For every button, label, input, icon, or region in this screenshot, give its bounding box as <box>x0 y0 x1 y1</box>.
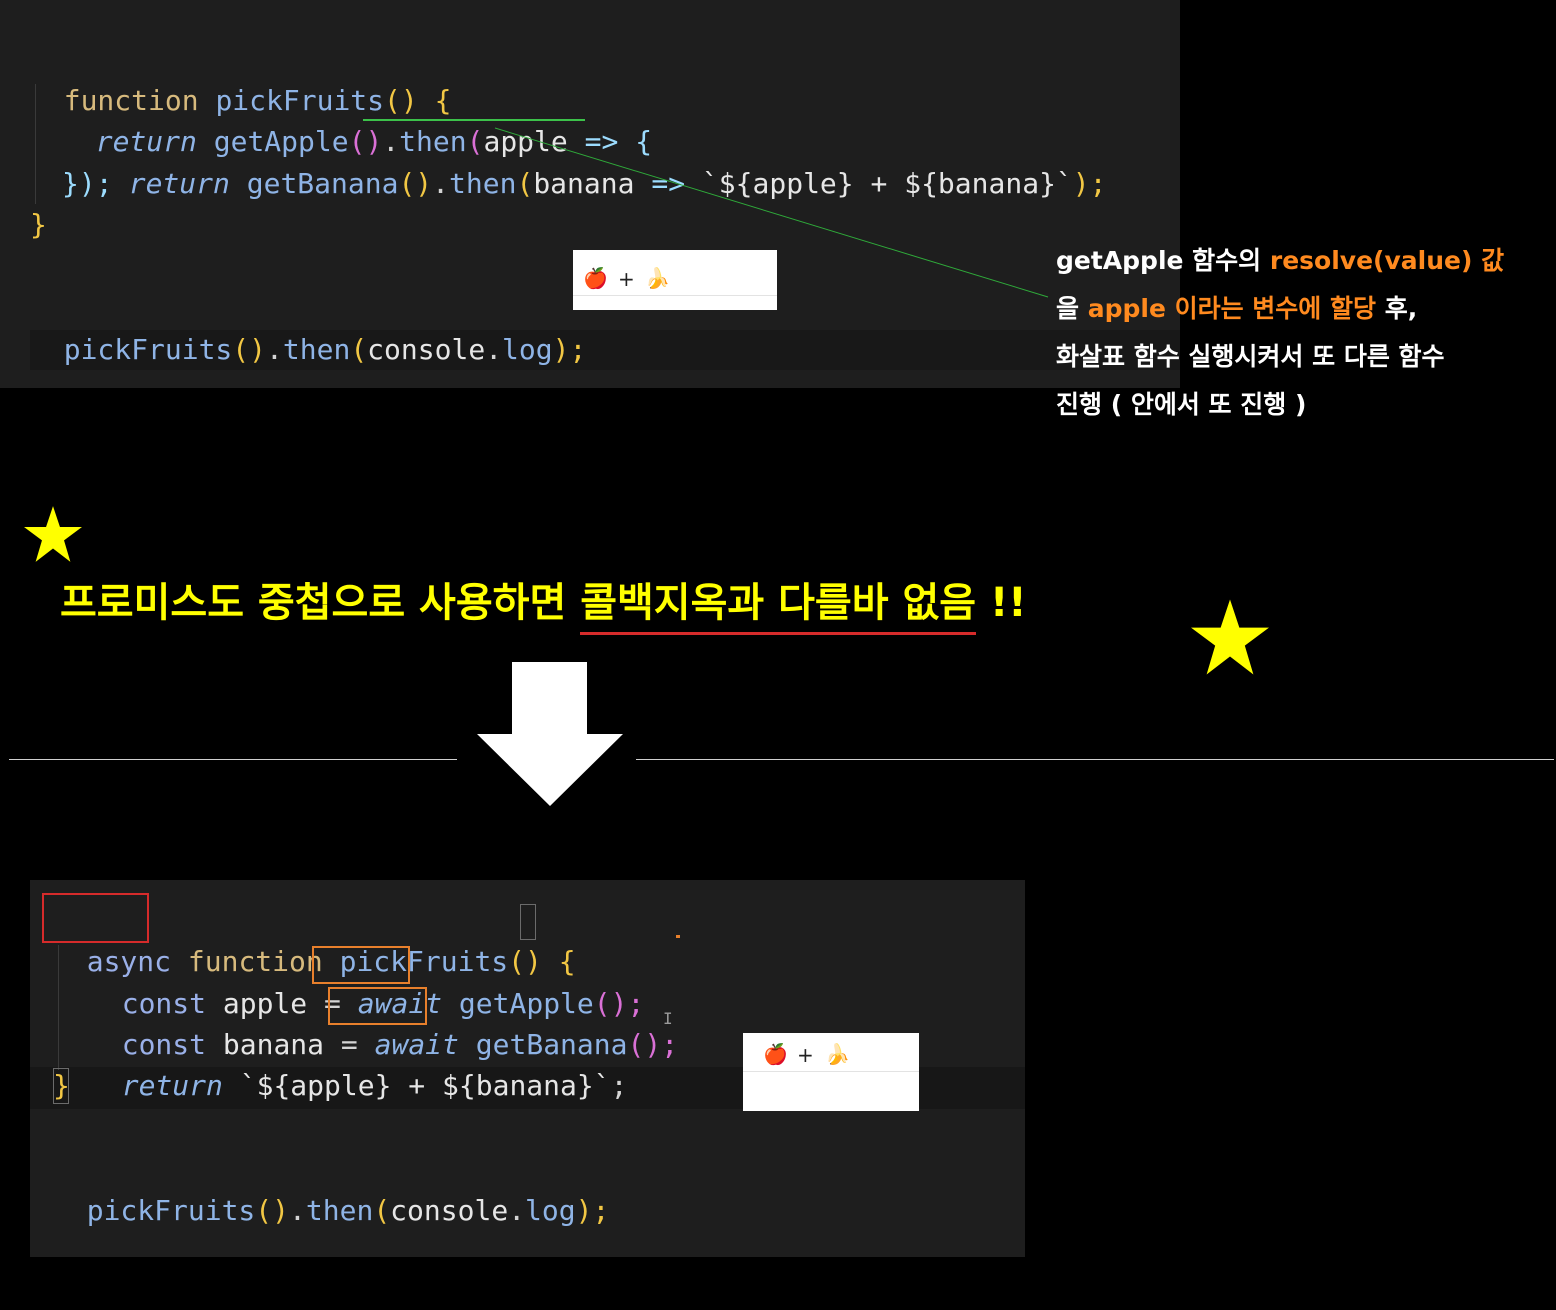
annotation-line-2: 을 apple 이라는 변수에 할당 후, <box>1056 294 1418 323</box>
annotation-line-3: 화살표 함수 실행시켜서 또 다른 함수 <box>1056 342 1445 371</box>
star-icon <box>24 506 82 562</box>
await-highlight-2 <box>328 987 427 1025</box>
annotation-line-1: getApple 함수의 resolve(value) 값 <box>1056 246 1505 275</box>
await-highlight-1 <box>312 946 410 984</box>
plus-sign: + <box>618 267 635 291</box>
top-output-panel: 🍎 + 🍌 <box>573 250 777 310</box>
bracket-highlight <box>53 1068 69 1104</box>
async-highlight <box>42 893 149 943</box>
down-arrow-icon <box>477 662 623 806</box>
bottom-code-line-4: return `${apple} + ${banana}`; <box>121 1069 628 1102</box>
annotation-line-4: 진행 ( 안에서 또 진행 ) <box>1056 390 1307 419</box>
annotation-text: getApple 함수의 resolve(value) 값 을 apple 이라… <box>1056 237 1536 429</box>
banana-icon: 🍌 <box>645 266 670 290</box>
star-icon <box>1191 599 1269 675</box>
banana-icon: 🍌 <box>825 1042 850 1066</box>
apple-icon: 🍎 <box>583 266 608 290</box>
bottom-output-panel: 🍎 + 🍌 <box>743 1033 919 1111</box>
headline-emphasis: 콜백지옥과 다를바 없음 <box>580 580 977 635</box>
marker-dot <box>676 935 680 938</box>
text-cursor-icon: I <box>663 1009 673 1028</box>
bracket-highlight <box>520 904 536 940</box>
headline: 프로미스도 중첩으로 사용하면 콜백지옥과 다를바 없음 !! <box>60 570 1026 635</box>
apple-icon: 🍎 <box>763 1042 788 1066</box>
bottom-code-line-6: pickFruits().then(console.log); <box>86 1194 610 1227</box>
divider-left <box>9 759 457 760</box>
divider-right <box>636 759 1554 760</box>
plus-sign: + <box>797 1043 814 1067</box>
